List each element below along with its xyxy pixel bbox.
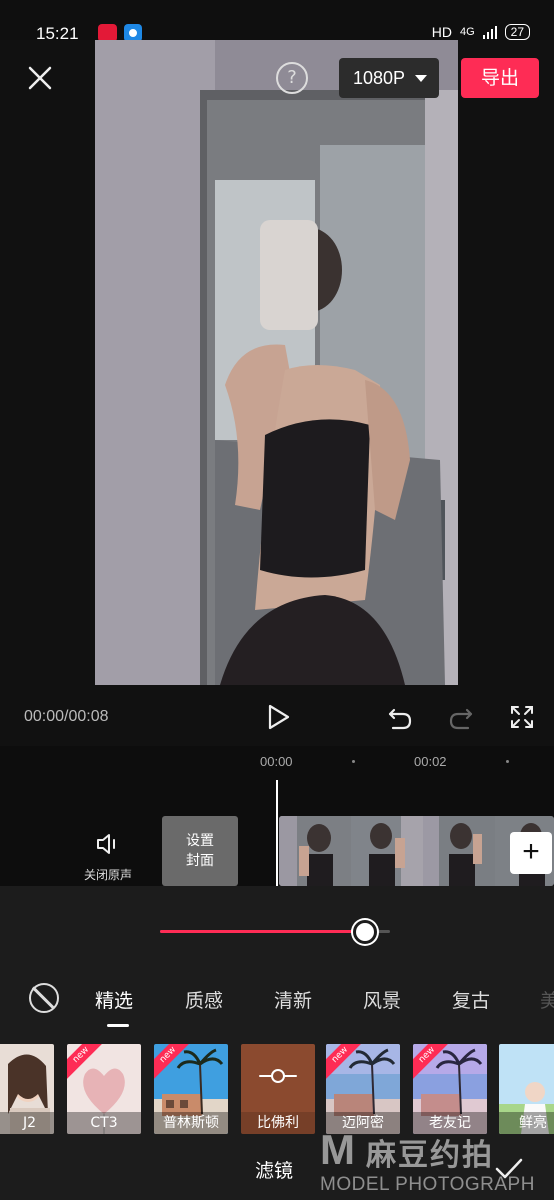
ruler-dot	[352, 760, 355, 763]
caret-down-icon	[415, 75, 427, 82]
filter-item-vivid[interactable]: 鲜亮	[499, 1044, 554, 1134]
filter-label: J2	[0, 1112, 54, 1134]
filter-label: CT3	[67, 1112, 141, 1134]
cover-label-line2: 封面	[186, 853, 214, 869]
play-button[interactable]	[263, 702, 293, 732]
clip-frame	[279, 816, 351, 886]
filter-category-tabs: 精选 质感 清新 风景 复古 美	[0, 978, 554, 1028]
add-clip-button[interactable]: +	[510, 832, 552, 874]
filter-item-miami[interactable]: new 迈阿密	[326, 1044, 400, 1134]
ruler-dot	[506, 760, 509, 763]
speaker-muted-icon	[97, 834, 115, 854]
mute-label: 关闭原声	[83, 868, 132, 882]
tab-texture[interactable]: 质感	[185, 986, 223, 1013]
filter-item-friends[interactable]: new 老友记	[413, 1044, 487, 1134]
panel-title: 滤镜	[255, 1160, 294, 1182]
timecode: 00:00/00:08	[24, 708, 109, 725]
undo-icon	[388, 708, 412, 730]
active-tab-indicator	[107, 1024, 129, 1027]
confirm-button[interactable]	[494, 1154, 524, 1184]
no-filter-icon[interactable]	[29, 983, 59, 1013]
redo-icon	[449, 708, 473, 730]
signal-icon	[482, 25, 497, 39]
watermark-logo: M	[320, 1126, 355, 1173]
status-indicators: HD 4G 27	[432, 24, 530, 40]
playhead[interactable]	[276, 780, 278, 886]
resolution-label: 1080P	[353, 68, 406, 88]
filter-panel: 精选 质感 清新 风景 复古 美 J2 new CT3 new 普林斯顿 比佛利	[0, 886, 554, 1200]
video-preview[interactable]	[95, 40, 458, 685]
ruler-time-2: 00:02	[414, 754, 447, 769]
export-button[interactable]: 导出	[461, 58, 539, 98]
clip-frame	[423, 816, 495, 886]
filter-list: J2 new CT3 new 普林斯顿 比佛利 new 迈阿密 new 老友记 …	[0, 1044, 554, 1136]
hd-indicator: HD	[431, 24, 452, 40]
resolution-dropdown[interactable]: 1080P	[339, 58, 439, 98]
battery-indicator: 27	[504, 24, 530, 40]
clip-frame	[351, 816, 423, 886]
redo-button[interactable]	[446, 702, 476, 732]
tab-scenery[interactable]: 风景	[363, 986, 401, 1013]
ruler-time-0: 00:00	[260, 754, 293, 769]
mute-original-audio-button[interactable]: 关闭原声	[76, 832, 140, 883]
fullscreen-icon	[511, 706, 533, 728]
preview-frame-image	[95, 40, 458, 685]
undo-button[interactable]	[385, 702, 415, 732]
help-button[interactable]: ?	[276, 62, 308, 94]
play-icon	[268, 704, 290, 730]
plus-icon: +	[522, 835, 540, 868]
slider-handle[interactable]	[352, 920, 377, 944]
filter-label: 普林斯顿	[154, 1112, 228, 1134]
status-bar: 15:21 HD 4G 27	[0, 0, 554, 43]
filter-item-princeton[interactable]: new 普林斯顿	[154, 1044, 228, 1134]
fullscreen-button[interactable]	[507, 702, 537, 732]
watermark-cn: 麻豆约拍	[366, 1138, 494, 1173]
filter-label: 比佛利	[241, 1112, 315, 1134]
set-cover-button[interactable]: 设置 封面	[162, 816, 238, 886]
checkmark-icon	[495, 1158, 523, 1179]
filter-item-beverly-selected[interactable]: 比佛利	[241, 1044, 315, 1134]
filter-item-ct3[interactable]: new CT3	[67, 1044, 141, 1134]
tab-featured[interactable]: 精选	[95, 986, 133, 1013]
cover-label-line1: 设置	[186, 833, 214, 849]
tab-fresh[interactable]: 清新	[274, 986, 312, 1013]
slider-fill	[160, 930, 365, 933]
close-button[interactable]	[24, 62, 56, 94]
tab-more-partial[interactable]: 美	[540, 986, 554, 1013]
timeline[interactable]: 00:00 00:02 关闭原声 设置 封面 +	[0, 746, 554, 886]
filter-intensity-slider[interactable]	[160, 920, 390, 944]
network-indicator: 4G	[459, 26, 475, 38]
playback-controls: 00:00/00:08	[0, 690, 554, 746]
tab-retro[interactable]: 复古	[452, 986, 490, 1013]
filter-item-j2[interactable]: J2	[0, 1044, 54, 1134]
status-time: 15:21	[36, 24, 79, 43]
close-icon	[28, 66, 52, 90]
help-icon: ?	[287, 67, 297, 88]
